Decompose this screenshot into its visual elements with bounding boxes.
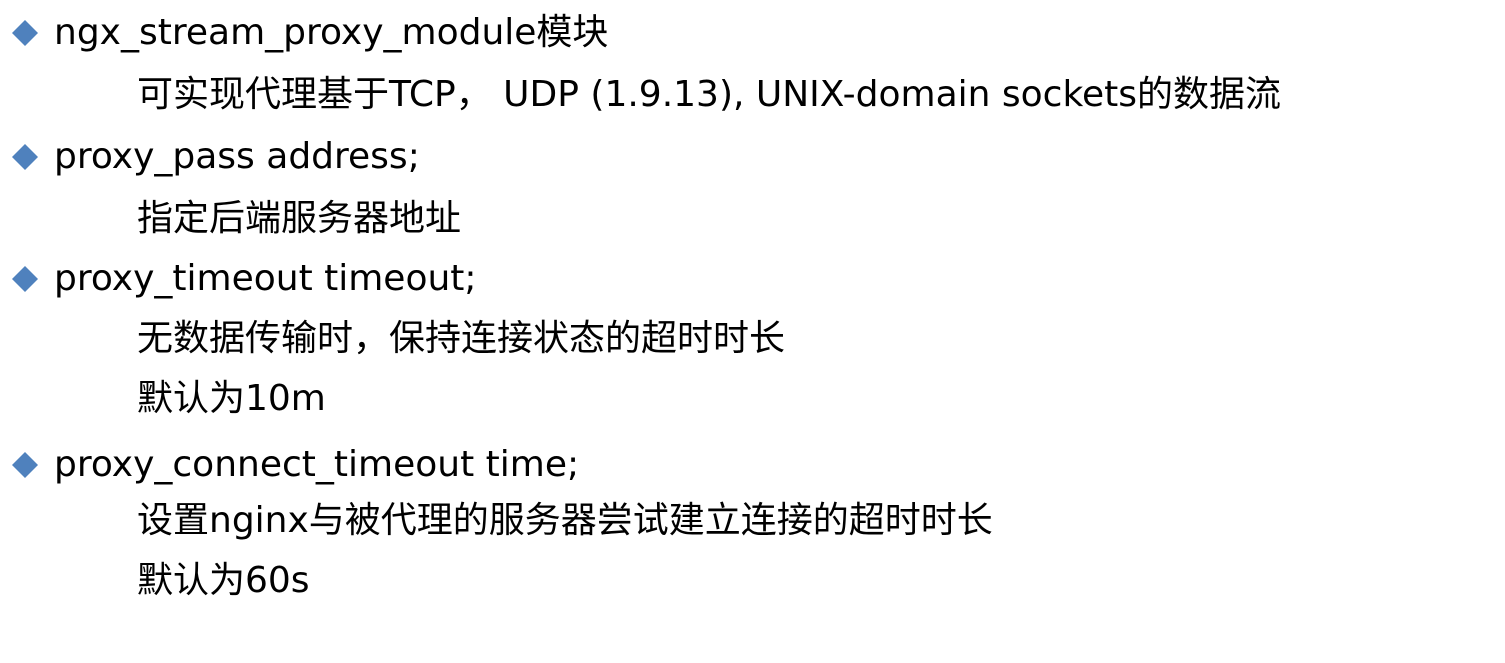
diamond-bullet-icon	[12, 144, 38, 170]
bullet-description: 设置nginx与被代理的服务器尝试建立连接的超时时长	[137, 500, 993, 541]
slide: ngx_stream_proxy_module模块 可实现代理基于TCP， UD…	[0, 0, 1505, 663]
bullet-heading: proxy_pass address;	[54, 136, 420, 177]
bullet-heading: proxy_timeout timeout;	[54, 258, 477, 299]
bullet-heading: proxy_connect_timeout time;	[54, 444, 580, 485]
bullet-description: 可实现代理基于TCP， UDP (1.9.13), UNIX-domain so…	[137, 74, 1282, 115]
bullet-item-proxy-connect-timeout: proxy_connect_timeout time;	[12, 442, 579, 488]
diamond-bullet-icon	[12, 452, 38, 478]
bullet-default-value: 默认为10m	[137, 378, 326, 419]
diamond-bullet-icon	[12, 266, 38, 292]
bullet-heading: ngx_stream_proxy_module模块	[54, 12, 609, 53]
bullet-item-stream-proxy-module: ngx_stream_proxy_module模块	[12, 10, 608, 56]
bullet-item-proxy-timeout: proxy_timeout timeout;	[12, 256, 477, 302]
diamond-bullet-icon	[12, 20, 38, 46]
bullet-item-proxy-pass: proxy_pass address;	[12, 134, 420, 180]
bullet-description: 指定后端服务器地址	[137, 198, 462, 239]
bullet-default-value: 默认为60s	[137, 560, 310, 601]
bullet-description: 无数据传输时，保持连接状态的超时时长	[137, 318, 786, 359]
